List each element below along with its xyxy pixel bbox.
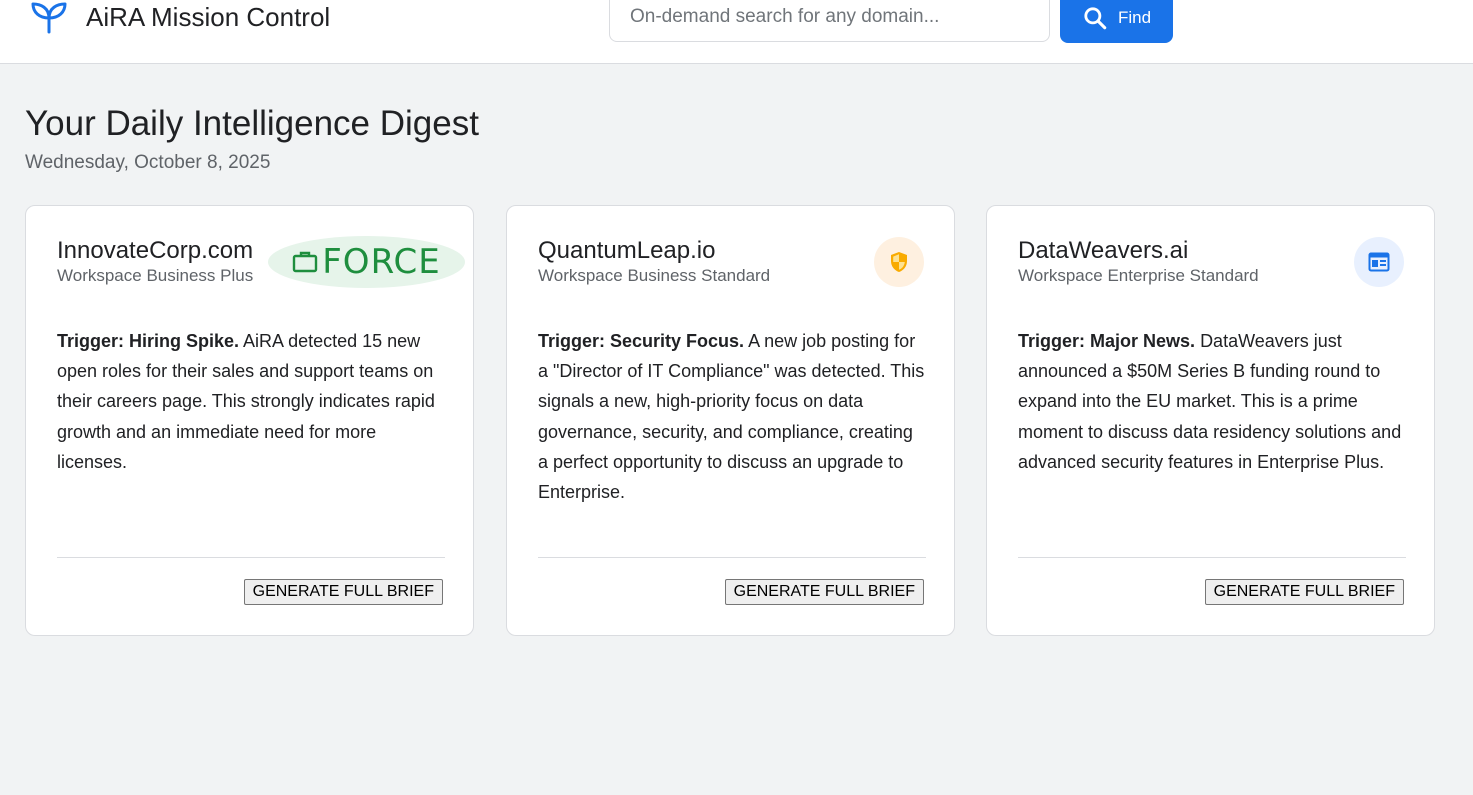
company-card-dataweavers: DataWeavers.ai Workspace Enterprise Stan… bbox=[986, 205, 1435, 636]
top-bar: AiRA Mission Control Find bbox=[0, 0, 1473, 64]
digest-date: Wednesday, October 8, 2025 bbox=[25, 152, 271, 173]
sprout-icon bbox=[31, 2, 67, 34]
find-button-label: Find bbox=[1117, 7, 1152, 27]
card-domain: QuantumLeap.io bbox=[538, 237, 716, 264]
card-divider bbox=[1018, 557, 1406, 558]
card-divider bbox=[57, 557, 445, 558]
generate-brief-button[interactable]: GENERATE FULL BRIEF bbox=[1204, 579, 1404, 605]
trigger-details: DataWeavers just announced a $50M Series… bbox=[1018, 331, 1402, 472]
card-domain: InnovateCorp.com bbox=[57, 237, 254, 264]
card-divider bbox=[538, 557, 926, 558]
page-title: Your Daily Intelligence Digest bbox=[25, 104, 479, 143]
card-plan: Workspace Business Plus bbox=[57, 266, 254, 285]
briefcase-icon bbox=[293, 251, 318, 273]
card-plan: Workspace Business Standard bbox=[538, 266, 771, 285]
trigger-details: AiRA detected 15 new open roles for thei… bbox=[57, 331, 435, 472]
trigger-label: Trigger: Hiring Spike. bbox=[57, 331, 240, 351]
generate-brief-button[interactable]: GENERATE FULL BRIEF bbox=[243, 579, 443, 605]
company-card-innovatecorp: InnovateCorp.com Workspace Business Plus… bbox=[25, 205, 474, 636]
shield-icon bbox=[891, 252, 907, 272]
trigger-details: A new job posting for a "Director of IT … bbox=[538, 331, 925, 503]
domain-search-input[interactable] bbox=[609, 0, 1050, 42]
search-icon bbox=[1084, 6, 1107, 29]
card-description: Trigger: Hiring Spike. AiRA detected 15 … bbox=[57, 326, 445, 477]
card-plan: Workspace Enterprise Standard bbox=[1018, 266, 1259, 285]
news-badge bbox=[1354, 237, 1404, 287]
card-domain: DataWeavers.ai bbox=[1018, 237, 1189, 264]
generate-brief-button[interactable]: GENERATE FULL BRIEF bbox=[724, 579, 924, 605]
badge-label: FORCE bbox=[322, 242, 441, 282]
security-badge bbox=[874, 237, 924, 287]
card-description: Trigger: Major News. DataWeavers just an… bbox=[1018, 326, 1406, 477]
newspaper-icon bbox=[1368, 252, 1390, 272]
app-title: AiRA Mission Control bbox=[86, 2, 331, 32]
hiring-badge: FORCE bbox=[268, 236, 465, 288]
card-description: Trigger: Security Focus. A new job posti… bbox=[538, 326, 926, 507]
trigger-label: Trigger: Security Focus. bbox=[538, 331, 745, 351]
company-card-quantumleap: QuantumLeap.io Workspace Business Standa… bbox=[506, 205, 955, 636]
trigger-label: Trigger: Major News. bbox=[1018, 331, 1196, 351]
find-button[interactable]: Find bbox=[1060, 0, 1173, 43]
